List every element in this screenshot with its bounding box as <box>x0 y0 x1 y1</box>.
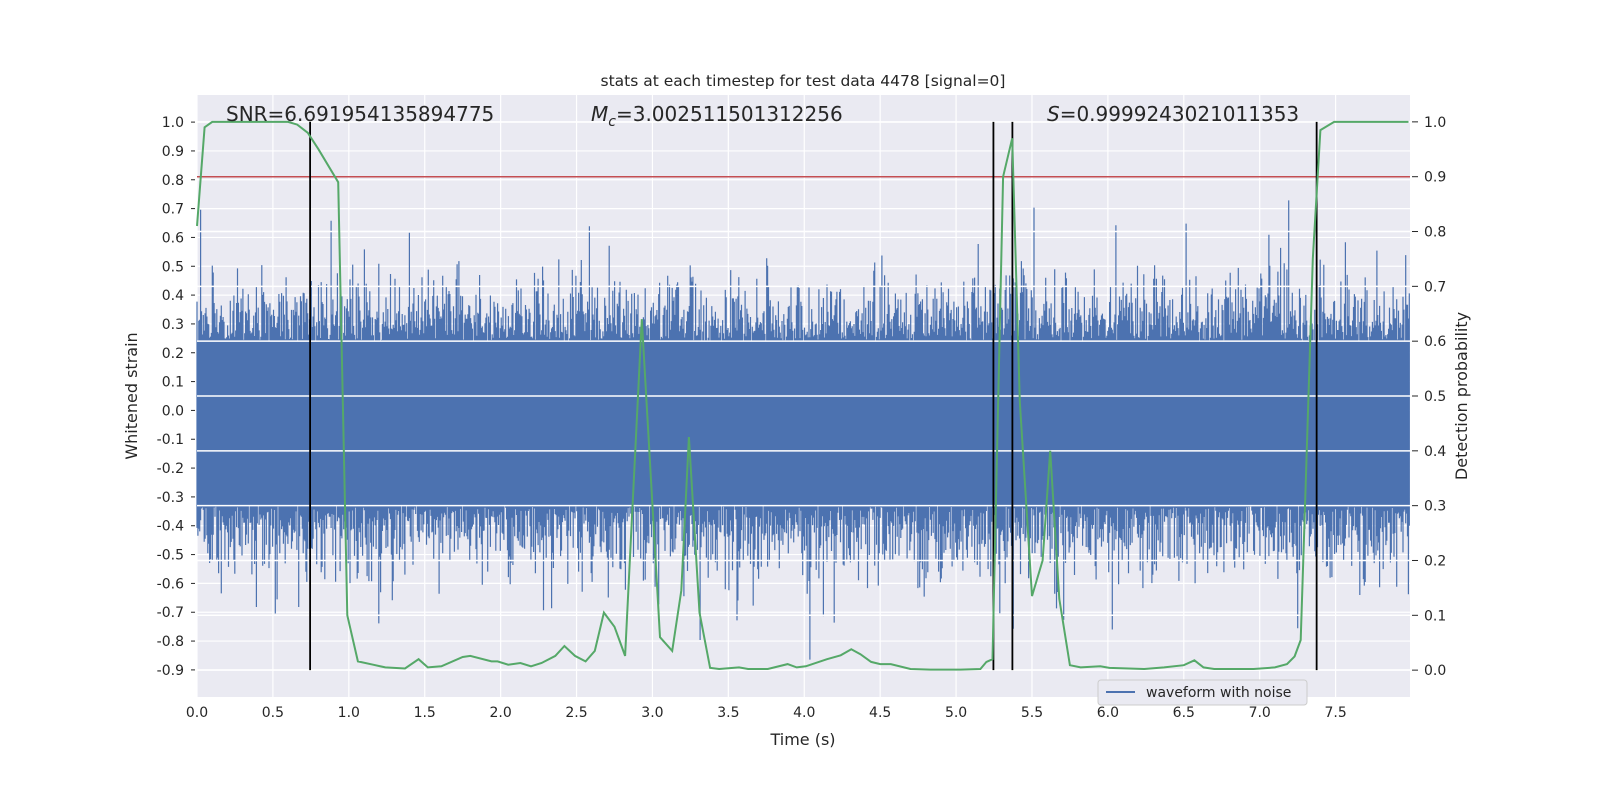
x-tick-label: 5.0 <box>945 705 967 721</box>
x-tick-label: 7.5 <box>1324 705 1346 721</box>
y2-tick-label: 0.3 <box>1424 499 1446 515</box>
y-tick-label: -0.7 <box>157 605 184 621</box>
mc-value: =3.002511501312256 <box>616 102 843 126</box>
y-tick-label: -0.6 <box>157 576 184 592</box>
s-value: =0.9999243021011353 <box>1060 102 1299 126</box>
x-tick-labels: 0.0 0.5 1.0 1.5 2.0 2.5 3.0 3.5 4.0 4.5 5.0 5.5 6.0 6… <box>186 705 1347 721</box>
s-annotation: S=0.9999243021011353 <box>1047 102 1299 126</box>
x-tick-label: 6.5 <box>1173 705 1195 721</box>
y-tick-label: -0.1 <box>157 432 184 448</box>
y-axis-label: Whitened strain <box>122 332 141 459</box>
x-tick-label: 2.0 <box>489 705 511 721</box>
y-tick-label: -0.4 <box>157 519 184 535</box>
y2-tick-label: 0.6 <box>1424 334 1446 350</box>
y-tick-labels: 1.0 0.9 0.8 0.7 0.6 0.5 0.4 0.3 0.2 0.1 0.0 -0.1 -0.… <box>157 115 195 679</box>
x-tick-label: 3.5 <box>717 705 739 721</box>
y-tick-label: 0.4 <box>162 288 184 304</box>
y-tick-label: -0.8 <box>157 634 184 650</box>
y2-tick-label: 0.0 <box>1424 663 1446 679</box>
x-tick-label: 4.0 <box>793 705 815 721</box>
snr-annotation: SNR=6.691954135894775 <box>226 102 494 126</box>
x-tick-label: 6.0 <box>1097 705 1119 721</box>
y2-tick-labels: 1.0 0.9 0.8 0.7 0.6 0.5 0.4 0.3 0.2 0.1 0.0 <box>1412 115 1446 679</box>
y-tick-label: 0.0 <box>162 403 184 419</box>
y-tick-label: 0.7 <box>162 202 184 218</box>
y2-tick-label: 0.5 <box>1424 389 1446 405</box>
y-tick-label: 0.5 <box>162 259 184 275</box>
x-tick-label: 0.0 <box>186 705 208 721</box>
y-tick-label: -0.9 <box>157 663 184 679</box>
mc-annotation: Mc=3.002511501312256 <box>591 102 843 130</box>
y2-tick-label: 0.8 <box>1424 225 1446 241</box>
y-tick-label: -0.3 <box>157 490 184 506</box>
y-tick-label: 0.1 <box>162 375 184 391</box>
x-tick-label: 2.5 <box>565 705 587 721</box>
y2-tick-label: 0.1 <box>1424 608 1446 624</box>
x-tick-label: 1.0 <box>338 705 360 721</box>
x-tick-label: 5.5 <box>1021 705 1043 721</box>
x-tick-label: 4.5 <box>869 705 891 721</box>
s-symbol: S <box>1047 102 1060 126</box>
y2-tick-label: 1.0 <box>1424 115 1446 131</box>
y2-tick-label: 0.7 <box>1424 279 1446 295</box>
y2-tick-label: 0.9 <box>1424 170 1446 186</box>
legend: waveform with noise <box>1097 679 1308 706</box>
y2-axis-label: Detection probability <box>1452 312 1471 480</box>
y-tick-label: -0.5 <box>157 548 184 564</box>
x-axis-label: Time (s) <box>769 730 835 749</box>
y-tick-label: 0.8 <box>162 173 184 189</box>
y-tick-label: 0.2 <box>162 346 184 362</box>
x-tick-label: 1.5 <box>414 705 436 721</box>
y-tick-label: 0.3 <box>162 317 184 333</box>
chart-title: stats at each timestep for test data 447… <box>601 72 1006 90</box>
legend-label-waveform: waveform with noise <box>1146 685 1291 701</box>
chart: 0.0 0.5 1.0 1.5 2.0 2.5 3.0 3.5 4.0 4.5 5.0 5.5 6.0 6… <box>122 72 1471 749</box>
y-tick-label: 0.9 <box>162 144 184 160</box>
x-tick-label: 3.0 <box>641 705 663 721</box>
y-tick-label: 1.0 <box>162 115 184 131</box>
y2-tick-label: 0.2 <box>1424 553 1446 569</box>
mc-symbol: M <box>591 102 608 126</box>
y2-tick-label: 0.4 <box>1424 444 1446 460</box>
x-tick-label: 0.5 <box>262 705 284 721</box>
y-tick-label: 0.6 <box>162 230 184 246</box>
y-tick-label: -0.2 <box>157 461 184 477</box>
x-tick-label: 7.0 <box>1249 705 1271 721</box>
